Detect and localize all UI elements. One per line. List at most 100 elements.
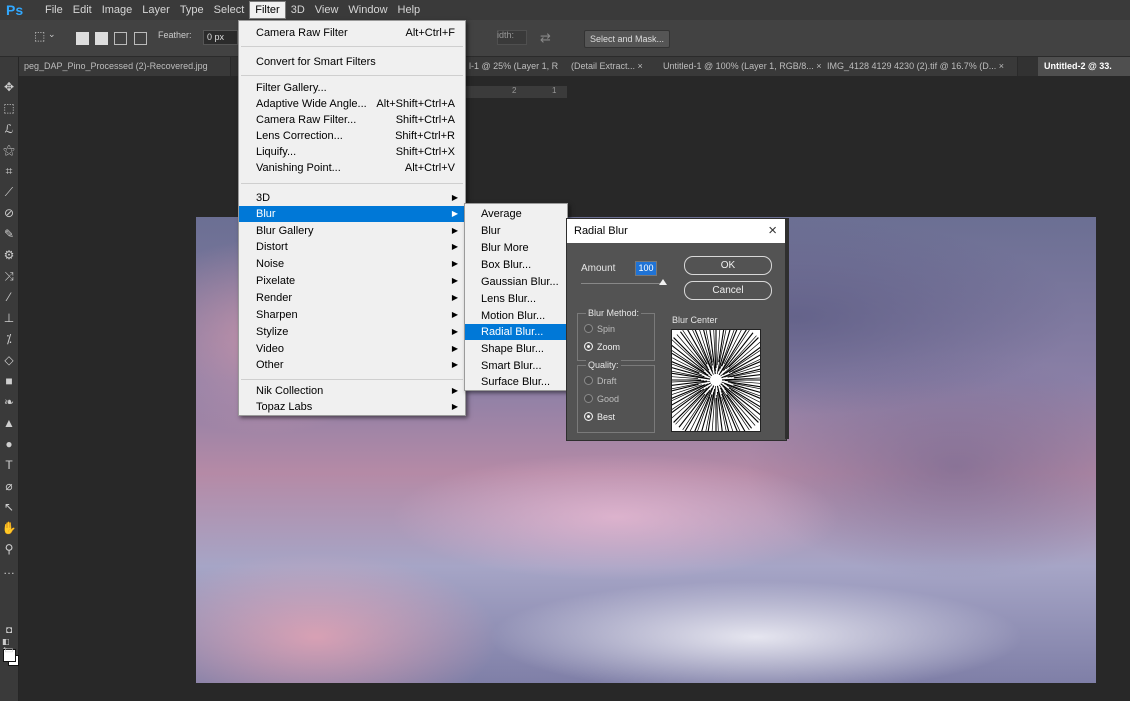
subtract-selection-icon[interactable] [114,32,127,45]
menu-item-video[interactable]: Video ▶ [239,341,465,357]
marquee-tool-icon[interactable]: ⬚ [0,100,18,116]
radio-icon [584,376,593,385]
new-selection-icon[interactable] [76,32,89,45]
tab-document-active[interactable]: Untitled-2 @ 33. [1038,57,1130,76]
submenu-item-motion-blur[interactable]: Motion Blur... [465,308,567,324]
screen-mode-icon[interactable]: ▭ [0,643,18,659]
menu-view[interactable]: View [310,0,344,20]
cancel-button[interactable]: Cancel [684,281,772,300]
amount-input[interactable]: 100 [635,261,657,276]
tool-preset-dropdown-icon[interactable]: ⌄ [48,29,56,40]
quick-mask-icon[interactable]: ◘ [0,623,18,639]
submenu-item-average[interactable]: Average [465,206,567,222]
more-tools-icon[interactable]: … [0,562,18,578]
submenu-item-blur-more[interactable]: Blur More [465,240,567,256]
radio-best[interactable]: Best [584,412,615,422]
radio-good[interactable]: Good [584,394,619,404]
submenu-item-box-blur[interactable]: Box Blur... [465,257,567,273]
clone-stamp-icon[interactable]: ⚙ [0,247,18,263]
move-tool-icon[interactable]: ✥ [0,79,18,95]
blur-tool-icon[interactable]: ⁒ [0,331,18,347]
menu-image[interactable]: Image [97,0,138,20]
radio-zoom[interactable]: Zoom [584,342,620,352]
submenu-item-lens-blur[interactable]: Lens Blur... [465,291,567,307]
menu-item-blur[interactable]: Blur ▶ [239,206,465,222]
menu-item-vanishing-point[interactable]: Vanishing Point... Alt+Ctrl+V [239,160,465,176]
crop-tool-icon[interactable]: ⌗ [0,163,18,179]
menu-item-filter-gallery[interactable]: Filter Gallery... [239,80,465,96]
menu-item-liquify[interactable]: Liquify... Shift+Ctrl+X [239,144,465,160]
swap-icon[interactable]: ⇄ [540,30,551,46]
hand-tool-icon[interactable]: ✋ [0,520,18,536]
history-brush-icon[interactable]: ⤨ [0,268,18,284]
submenu-item-blur[interactable]: Blur [465,223,567,239]
tab-document-5[interactable]: IMG_4128 4129 4230 (2).tif @ 16.7% (D...… [821,57,1018,76]
close-icon[interactable]: × [768,222,777,239]
smudge-tool-icon[interactable]: ❧ [0,394,18,410]
menu-item-render[interactable]: Render ▶ [239,290,465,306]
submenu-item-surface-blur[interactable]: Surface Blur... [465,374,567,390]
feather-input[interactable]: 0 px [203,30,238,45]
menu-filter[interactable]: Filter [249,1,286,19]
menu-item-last-filter[interactable]: Camera Raw Filter Alt+Ctrl+F [239,25,465,41]
tab-document-1[interactable]: peg_DAP_Pino_Processed (2)-Recovered.jpg [18,57,231,76]
lasso-tool-icon[interactable]: ℒ [0,121,18,137]
eyedropper-icon[interactable]: ⟋ [0,184,18,200]
menu-file[interactable]: File [40,0,68,20]
submenu-item-radial-blur[interactable]: Radial Blur... [465,324,567,340]
path-selection-icon[interactable]: ⌀ [0,478,18,494]
menu-item-other[interactable]: Other ▶ [239,357,465,373]
radio-spin[interactable]: Spin [584,324,615,334]
type-tool-icon[interactable]: T [0,457,18,473]
menu-layer[interactable]: Layer [137,0,175,20]
amount-slider-track[interactable] [581,283,663,284]
tab-document-4[interactable]: Untitled-1 @ 100% (Layer 1, RGB/8... × [657,57,828,76]
submenu-item-smart-blur[interactable]: Smart Blur... [465,358,567,374]
add-selection-icon[interactable] [95,32,108,45]
menu-help[interactable]: Help [393,0,426,20]
submenu-item-gaussian-blur[interactable]: Gaussian Blur... [465,274,567,290]
zoom-tool-icon[interactable]: ⚲ [0,541,18,557]
marquee-tool-icon[interactable]: ⬚ [34,29,45,43]
intersect-selection-icon[interactable] [134,32,147,45]
tab-document-3[interactable]: (Detail Extract... × [565,57,664,76]
dialog-titlebar[interactable]: Radial Blur × [567,219,786,243]
gradient-tool-icon[interactable]: ■ [0,373,18,389]
ok-button[interactable]: OK [684,256,772,275]
menu-item-sharpen[interactable]: Sharpen ▶ [239,307,465,323]
amount-slider-thumb[interactable] [659,279,667,285]
menu-type[interactable]: Type [175,0,209,20]
radio-draft[interactable]: Draft [584,376,617,386]
width-label: idth: [497,30,515,40]
menu-item-stylize[interactable]: Stylize ▶ [239,324,465,340]
menu-item-3d[interactable]: 3D ▶ [239,190,465,206]
menu-select[interactable]: Select [209,0,250,20]
menu-item-blur-gallery[interactable]: Blur Gallery ▶ [239,223,465,239]
pen-tool-icon[interactable]: ● [0,436,18,452]
radial-blur-dialog: Radial Blur × Amount 100 OK Cancel Blur … [566,218,787,441]
blur-center-preview[interactable] [671,329,761,432]
sharpen-tool-icon[interactable]: ▲ [0,415,18,431]
menu-item-distort[interactable]: Distort ▶ [239,239,465,255]
menu-item-convert-smart-filters[interactable]: Convert for Smart Filters [239,54,465,70]
menu-item-noise[interactable]: Noise ▶ [239,256,465,272]
direct-selection-icon[interactable]: ↖ [0,499,18,515]
menu-item-camera-raw-filter[interactable]: Camera Raw Filter... Shift+Ctrl+A [239,112,465,128]
menu-item-adaptive-wide-angle[interactable]: Adaptive Wide Angle... Alt+Shift+Ctrl+A [239,96,465,112]
select-and-mask-button[interactable]: Select and Mask... [584,30,670,48]
paint-bucket-icon[interactable]: ⊥ [0,310,18,326]
menu-item-lens-correction[interactable]: Lens Correction... Shift+Ctrl+R [239,128,465,144]
eraser-tool-icon[interactable]: ⁄ [0,289,18,305]
dodge-tool-icon[interactable]: ◇ [0,352,18,368]
menu-item-pixelate[interactable]: Pixelate ▶ [239,273,465,289]
menu-item-topaz-labs[interactable]: Topaz Labs ▶ [239,399,465,415]
healing-brush-icon[interactable]: ⊘ [0,205,18,221]
magic-wand-icon[interactable]: ⚝ [0,142,18,158]
menu-item-nik-collection[interactable]: Nik Collection ▶ [239,383,465,399]
submenu-arrow-icon: ▶ [451,293,458,302]
submenu-item-shape-blur[interactable]: Shape Blur... [465,341,567,357]
menu-3d[interactable]: 3D [286,0,310,20]
brush-tool-icon[interactable]: ✎ [0,226,18,242]
menu-edit[interactable]: Edit [68,0,97,20]
menu-window[interactable]: Window [343,0,392,20]
